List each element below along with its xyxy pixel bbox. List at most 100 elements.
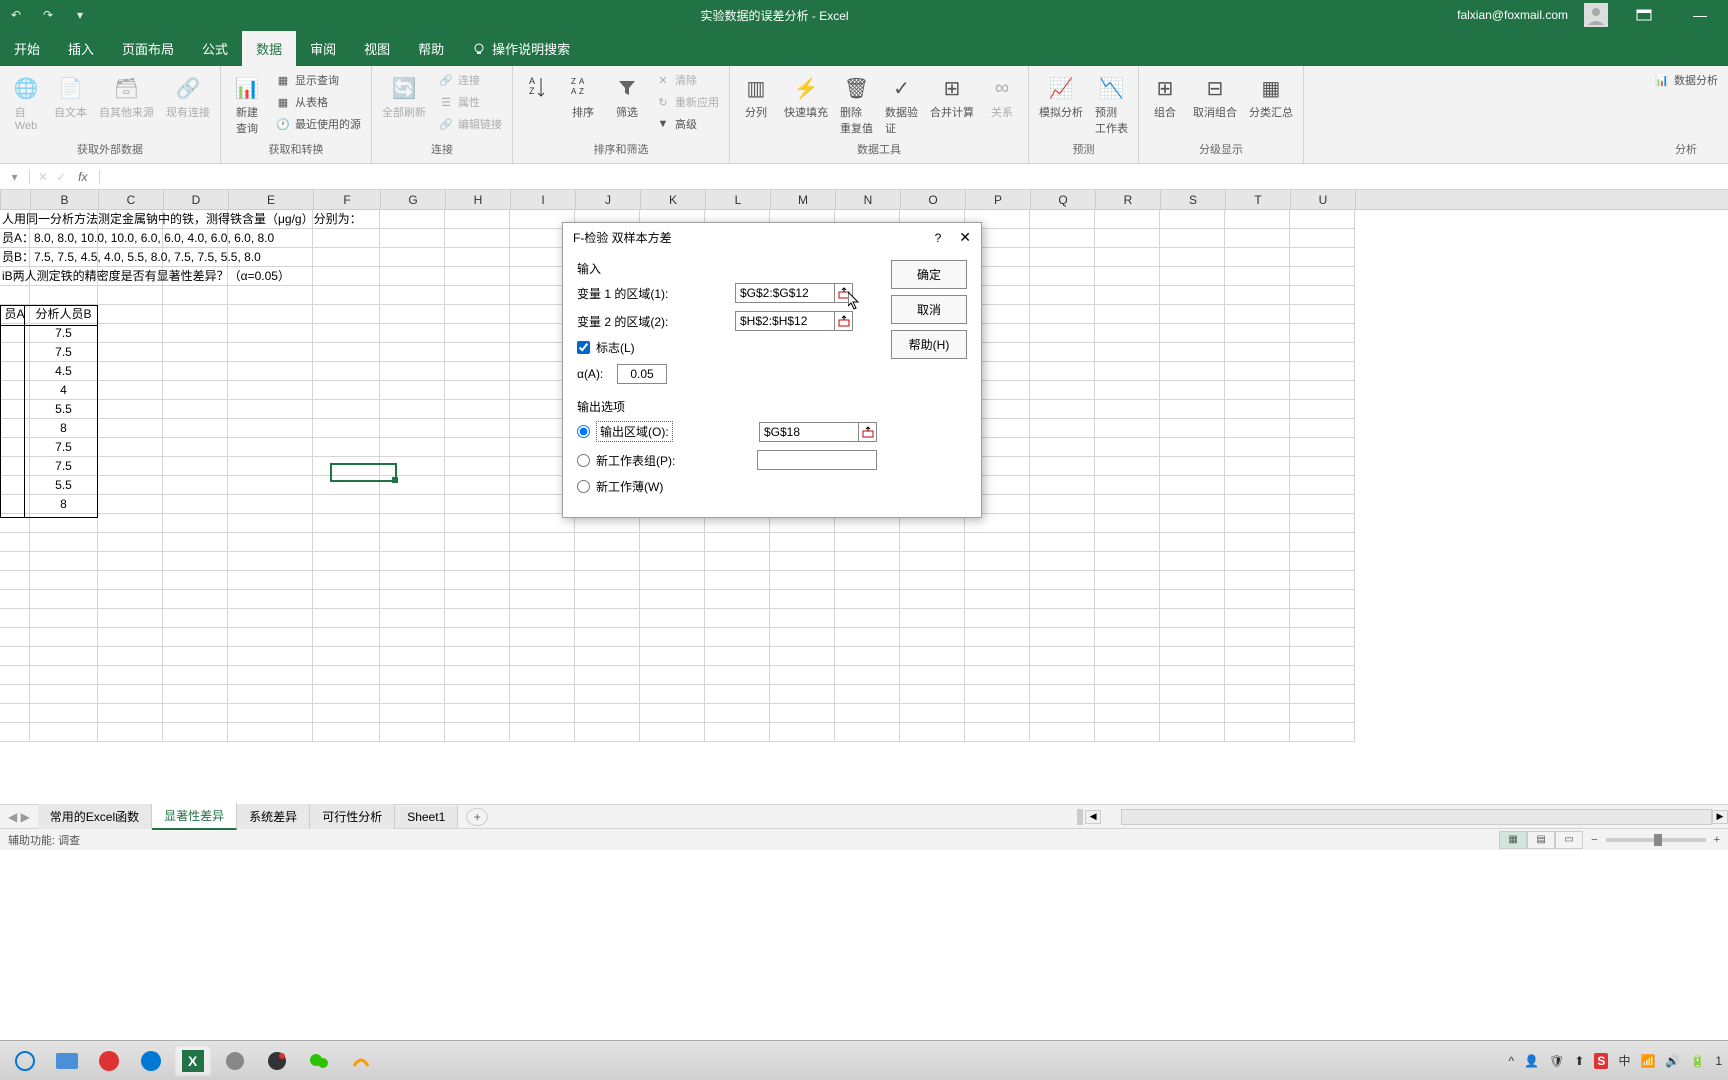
zoom-slider[interactable] [1606,838,1706,842]
alpha-input[interactable] [617,364,667,384]
ok-button[interactable]: 确定 [891,260,967,289]
clear-button[interactable]: ✕清除 [651,70,723,90]
tray-icon[interactable]: ⬆ [1574,1054,1584,1068]
undo-icon[interactable]: ↶ [4,3,28,27]
relationships-button[interactable]: ∞关系 [982,70,1022,122]
col-header[interactable]: H [446,190,511,209]
taskbar-edge[interactable] [132,1045,170,1077]
tab-start[interactable]: 开始 [0,31,54,66]
output-range-button[interactable] [858,423,876,441]
ribbon-options-icon[interactable] [1624,0,1664,30]
tray-chevron-icon[interactable]: ^ [1509,1054,1515,1068]
minimize-icon[interactable]: — [1680,0,1720,30]
recent-button[interactable]: 🕐最近使用的源 [271,114,365,134]
col-header[interactable]: U [1291,190,1356,209]
output-range-radio[interactable] [577,425,590,438]
col-header[interactable]: D [164,190,229,209]
reapply-button[interactable]: ↻重新应用 [651,92,723,112]
redo-icon[interactable]: ↷ [36,3,60,27]
zoom-out-button[interactable]: − [1591,834,1597,846]
data-analysis-button[interactable]: 📊数据分析 [1650,70,1722,90]
col-header[interactable]: N [836,190,901,209]
edit-links-button[interactable]: 🔗编辑链接 [434,114,506,134]
sheet-tab[interactable]: Sheet1 [395,806,458,828]
whatif-button[interactable]: 📈模拟分析 [1035,70,1087,122]
flash-fill-button[interactable]: ⚡快速填充 [780,70,832,122]
tray-ime-icon[interactable]: S [1594,1053,1608,1069]
from-web-button[interactable]: 🌐自 Web [6,70,46,134]
fx-icon[interactable]: fx [74,170,91,184]
scroll-right-button[interactable]: ▶ [1712,810,1728,824]
group-button[interactable]: ⊞组合 [1145,70,1185,122]
tab-layout[interactable]: 页面布局 [108,31,188,66]
system-tray[interactable]: ^ 👤 🛡 ⬆ S 中 📶 🔊 🔋 1 [1509,1052,1722,1069]
scroll-left-button[interactable]: ◀ [1085,810,1101,824]
taskbar-app[interactable] [342,1045,380,1077]
tray-wifi-icon[interactable]: 📶 [1640,1054,1655,1068]
var1-input[interactable] [736,284,834,302]
avatar[interactable] [1584,3,1608,27]
from-other-button[interactable]: 🗃自其他来源 [95,70,158,122]
dialog-help-icon[interactable]: ? [935,231,942,245]
tab-data[interactable]: 数据 [242,31,296,66]
col-header[interactable]: T [1226,190,1291,209]
show-query-button[interactable]: ▦显示查询 [271,70,365,90]
start-button[interactable] [6,1045,44,1077]
sheet-tab[interactable]: 系统差异 [237,804,310,829]
tab-formula[interactable]: 公式 [188,31,242,66]
refresh-all-button[interactable]: 🔄全部刷新 [378,70,430,122]
new-worksheet-input[interactable] [758,451,876,469]
remove-dup-button[interactable]: 🗑删除 重复值 [836,70,877,138]
existing-conn-button[interactable]: 🔗现有连接 [162,70,214,122]
zoom-in-button[interactable]: + [1714,834,1720,846]
data-validation-button[interactable]: ✓数据验 证 [881,70,922,138]
taskbar-app[interactable] [258,1045,296,1077]
ungroup-button[interactable]: ⊟取消组合 [1189,70,1241,122]
sheet-nav[interactable]: ◀ ▶ [0,810,38,824]
add-sheet-button[interactable]: + [466,808,488,826]
col-header[interactable]: L [706,190,771,209]
tab-insert[interactable]: 插入 [54,31,108,66]
tray-ime-icon[interactable]: 中 [1618,1052,1630,1069]
col-header[interactable]: Q [1031,190,1096,209]
qat-dropdown-icon[interactable]: ▾ [68,3,92,27]
connections-button[interactable]: 🔗连接 [434,70,506,90]
from-text-button[interactable]: 📄自文本 [50,70,91,122]
dialog-titlebar[interactable]: F-检验 双样本方差 ? ✕ [563,223,981,252]
enter-formula-icon[interactable]: ✓ [56,170,66,184]
split-handle[interactable] [1077,809,1083,825]
var1-range-button[interactable] [834,284,852,302]
properties-button[interactable]: ☰属性 [434,92,506,112]
var2-range-button[interactable] [834,312,852,330]
subtotal-button[interactable]: ▦分类汇总 [1245,70,1297,122]
sort-az-button[interactable]: AZ [519,70,559,106]
col-header[interactable]: R [1096,190,1161,209]
tray-icon[interactable]: 👤 [1524,1054,1539,1068]
col-header[interactable]: E [229,190,314,209]
name-box[interactable]: ▾ [0,170,30,184]
tray-icon[interactable]: 🛡 [1549,1054,1564,1068]
col-header[interactable]: J [576,190,641,209]
col-header[interactable]: I [511,190,576,209]
cancel-formula-icon[interactable]: ✕ [38,170,48,184]
forecast-button[interactable]: 📉预测 工作表 [1091,70,1132,138]
col-header[interactable]: B [31,190,99,209]
col-header[interactable]: C [99,190,164,209]
taskbar-app[interactable] [216,1045,254,1077]
text-to-columns-button[interactable]: ▥分列 [736,70,776,122]
from-table-button[interactable]: ▦从表格 [271,92,365,112]
taskbar-excel[interactable]: X [174,1045,212,1077]
col-header[interactable]: P [966,190,1031,209]
tray-clock[interactable]: 1 [1715,1054,1722,1068]
sheet-tab-active[interactable]: 显著性差异 [152,803,237,830]
advanced-button[interactable]: ▼高级 [651,114,723,134]
output-range-input[interactable] [760,423,858,441]
col-header[interactable]: S [1161,190,1226,209]
tab-review[interactable]: 审阅 [296,31,350,66]
help-button[interactable]: 帮助(H) [891,330,967,359]
sort-za-button[interactable]: ZAAZ排序 [563,70,603,122]
horizontal-scrollbar[interactable] [1121,809,1712,825]
taskbar-wechat[interactable] [300,1045,338,1077]
task-view-button[interactable] [48,1045,86,1077]
user-email[interactable]: falxian@foxmail.com [1457,8,1568,22]
